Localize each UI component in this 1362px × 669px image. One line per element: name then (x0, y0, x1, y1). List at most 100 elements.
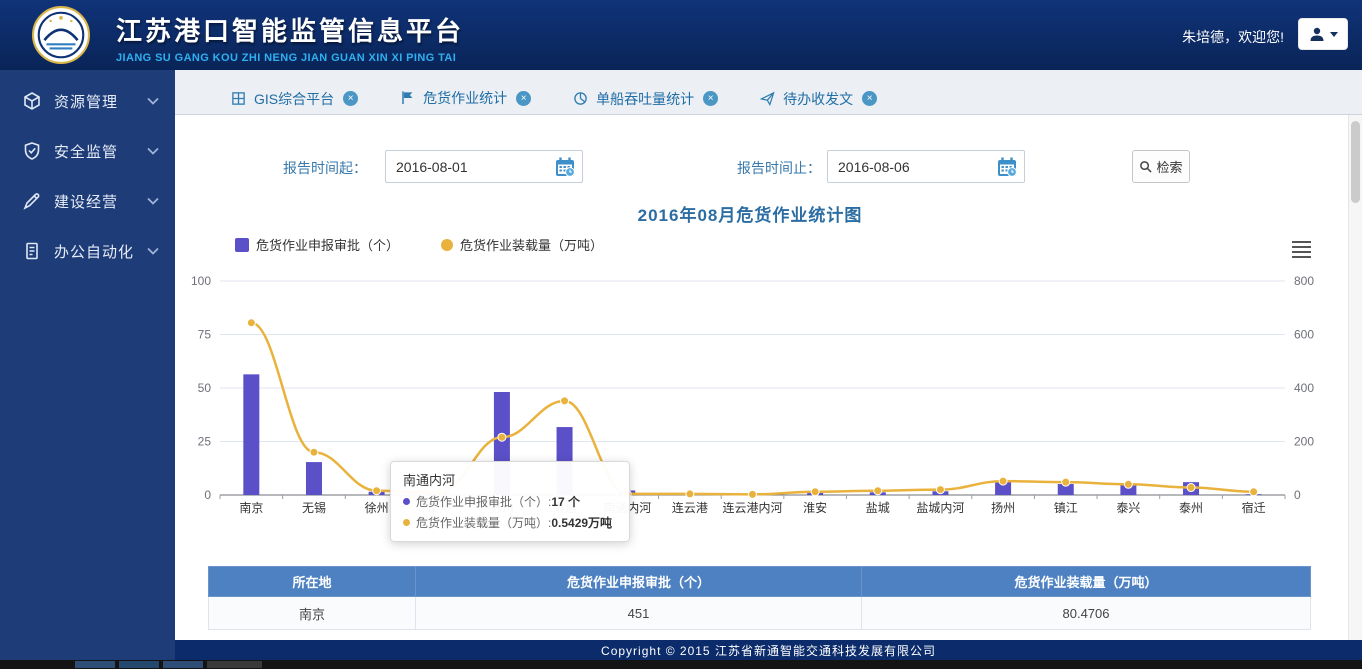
stats-table: 所在地危货作业申报审批（个）危货作业装载量（万吨） 南京45180.4706 (208, 566, 1311, 630)
chevron-down-icon (147, 247, 159, 255)
app-subtitle: JIANG SU GANG KOU ZHI NENG JIAN GUAN XIN… (116, 52, 464, 64)
header: 江苏港口智能监管信息平台 JIANG SU GANG KOU ZHI NENG … (0, 0, 1362, 70)
sidebar-item-label: 资源管理 (54, 91, 147, 112)
legend-swatch (235, 238, 249, 252)
svg-text:泰兴: 泰兴 (1116, 501, 1140, 515)
sidebar-item-label: 安全监管 (54, 141, 147, 162)
report-end-label: 报告时间止： (737, 158, 821, 178)
svg-text:南京: 南京 (239, 500, 263, 515)
tab-close-icon[interactable]: × (516, 91, 531, 106)
svg-text:镇江: 镇江 (1054, 501, 1078, 515)
chart-tooltip: 南通内河 危货作业申报审批（个）: 17 个危货作业装载量（万吨）: 0.542… (390, 461, 630, 542)
search-icon (1139, 160, 1152, 173)
chevron-down-icon (147, 197, 159, 205)
tab-content: 报告时间起： 2016-08-01 报告时间止： 2016-08-06 检索 (175, 115, 1362, 640)
svg-text:75: 75 (198, 328, 212, 342)
svg-text:100: 100 (191, 274, 211, 288)
tab-close-icon[interactable]: × (862, 91, 877, 106)
search-button-label: 检索 (1156, 157, 1182, 176)
chart-canvas[interactable]: 02550751000200400600800南京无锡徐州常州苏州南通南通内河连… (175, 258, 1325, 530)
svg-text:宿迁: 宿迁 (1242, 500, 1266, 515)
sidebar-item-safety[interactable]: 安全监管 (0, 126, 175, 176)
chevron-down-icon (147, 97, 159, 105)
svg-text:连云港内河: 连云港内河 (722, 500, 782, 515)
sidebar: 资源管理安全监管建设经营办公自动化 (0, 70, 175, 660)
main-area: GIS综合平台×危货作业统计×单船吞吐量统计×待办收发文× 报告时间起： 201… (175, 70, 1362, 640)
tooltip-row: 危货作业装载量（万吨）: 0.5429万吨 (403, 514, 617, 531)
send-icon (760, 91, 776, 107)
title-block: 江苏港口智能监管信息平台 JIANG SU GANG KOU ZHI NENG … (116, 11, 464, 64)
office-icon (22, 241, 42, 261)
report-start-value: 2016-08-01 (396, 159, 554, 175)
copyright-text: Copyright © 2015 江苏省新通智能交通科技发展有限公司 (601, 642, 936, 659)
svg-text:800: 800 (1294, 274, 1314, 288)
tab-label: 危货作业统计 (423, 88, 507, 108)
table-cell: 80.4706 (862, 597, 1311, 630)
calendar-icon[interactable] (996, 156, 1018, 178)
report-end-input[interactable]: 2016-08-06 (827, 150, 1025, 183)
scrollbar-thumb[interactable] (1351, 121, 1360, 203)
sidebar-item-label: 建设经营 (54, 191, 147, 212)
svg-text:0: 0 (1294, 488, 1301, 502)
legend-label: 危货作业申报审批（个） (256, 235, 399, 254)
legend-item-bar[interactable]: 危货作业申报审批（个） (235, 235, 399, 254)
table-cell: 南京 (209, 597, 416, 630)
search-button[interactable]: 检索 (1132, 150, 1190, 183)
report-start-input[interactable]: 2016-08-01 (385, 150, 583, 183)
tooltip-title: 南通内河 (403, 470, 617, 489)
calendar-icon[interactable] (554, 156, 576, 178)
svg-text:盐城: 盐城 (866, 501, 890, 515)
svg-text:泰州: 泰州 (1179, 501, 1203, 515)
svg-text:无锡: 无锡 (302, 500, 326, 515)
chevron-down-icon (1330, 32, 1338, 37)
table-cell: 451 (416, 597, 862, 630)
svg-text:50: 50 (198, 381, 212, 395)
report-start-label: 报告时间起： (283, 158, 367, 178)
svg-text:扬州: 扬州 (991, 500, 1015, 515)
tab-label: GIS综合平台 (254, 89, 334, 109)
chart-title: 2016年08月危货作业统计图 (175, 201, 1325, 226)
resource-icon (22, 91, 42, 111)
page: 江苏港口智能监管信息平台 JIANG SU GANG KOU ZHI NENG … (0, 0, 1362, 669)
table-header-cell: 所在地 (209, 567, 416, 597)
tab-label: 单船吞吐量统计 (596, 89, 694, 109)
sidebar-item-resources[interactable]: 资源管理 (0, 76, 175, 126)
legend-label: 危货作业装载量（万吨） (460, 235, 603, 254)
flag-icon (400, 90, 416, 106)
scrollbar[interactable] (1348, 115, 1362, 640)
user-menu-button[interactable] (1298, 18, 1348, 50)
table-header-cell: 危货作业装载量（万吨） (862, 567, 1311, 597)
svg-text:淮安: 淮安 (803, 500, 827, 515)
chart-legend: 危货作业申报审批（个） 危货作业装载量（万吨） (235, 235, 603, 254)
svg-text:盐城内河: 盐城内河 (916, 501, 964, 515)
report-end-value: 2016-08-06 (838, 159, 996, 175)
app-logo-icon (32, 6, 90, 64)
tab-pending-documents[interactable]: 待办收发文× (734, 83, 899, 114)
svg-text:200: 200 (1294, 435, 1314, 449)
svg-text:400: 400 (1294, 381, 1314, 395)
legend-item-line[interactable]: 危货作业装载量（万吨） (441, 235, 603, 254)
table-row: 南京45180.4706 (209, 597, 1311, 630)
table-header-row: 所在地危货作业申报审批（个）危货作业装载量（万吨） (209, 567, 1311, 597)
construction-icon (22, 191, 42, 211)
table-header-cell: 危货作业申报审批（个） (416, 567, 862, 597)
tab-gis-platform[interactable]: GIS综合平台 × (205, 83, 380, 114)
user-icon (1309, 26, 1325, 42)
gis-icon (231, 91, 247, 107)
footer: Copyright © 2015 江苏省新通智能交通科技发展有限公司 (175, 640, 1362, 660)
pie-icon (573, 91, 589, 107)
sidebar-item-office-automation[interactable]: 办公自动化 (0, 226, 175, 276)
tooltip-row: 危货作业申报审批（个）: 17 个 (403, 493, 617, 510)
shield-icon (22, 141, 42, 161)
tab-close-icon[interactable]: × (703, 91, 718, 106)
svg-text:连云港: 连云港 (672, 500, 708, 515)
sidebar-item-label: 办公自动化 (54, 241, 147, 262)
tab-dangerous-cargo-stats[interactable]: 危货作业统计 × (374, 81, 553, 115)
tab-ship-throughput-stats[interactable]: 单船吞吐量统计 × (547, 83, 740, 114)
svg-text:25: 25 (198, 435, 212, 449)
sidebar-item-construction[interactable]: 建设经营 (0, 176, 175, 226)
chevron-down-icon (147, 147, 159, 155)
taskbar-sliver (0, 660, 1362, 669)
tab-close-icon[interactable]: × (343, 91, 358, 106)
svg-text:0: 0 (204, 488, 211, 502)
